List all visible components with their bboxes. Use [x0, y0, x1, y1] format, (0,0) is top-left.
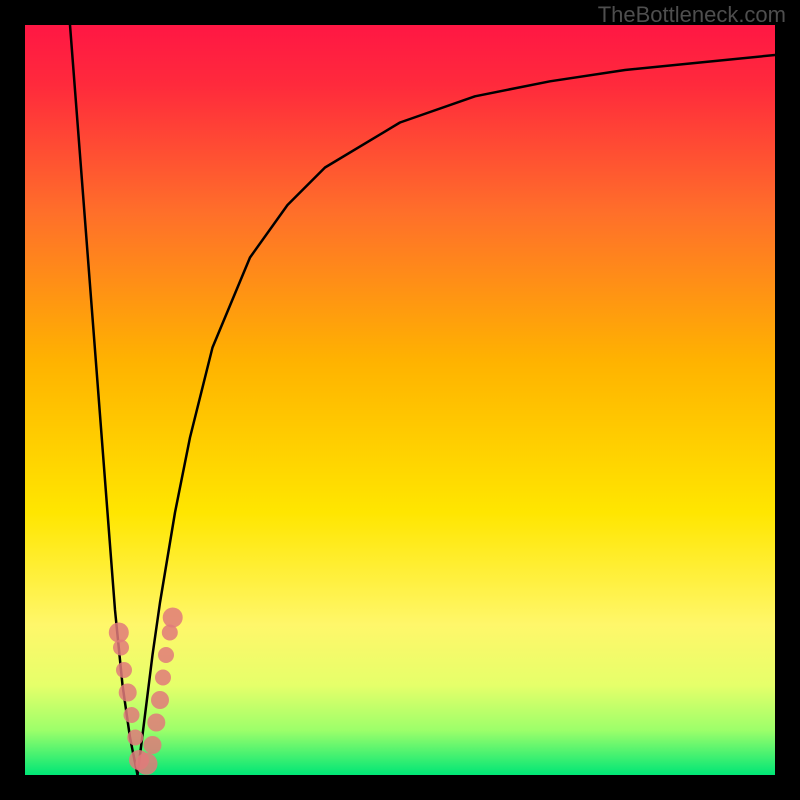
- marker-point: [119, 684, 137, 702]
- marker-point: [136, 753, 158, 775]
- marker-point: [147, 714, 165, 732]
- marker-point: [151, 691, 169, 709]
- gradient-background: [25, 25, 775, 775]
- marker-point: [155, 670, 171, 686]
- marker-point: [113, 640, 129, 656]
- marker-point: [163, 608, 183, 628]
- chart-svg: [25, 25, 775, 775]
- marker-point: [124, 707, 140, 723]
- watermark-text: TheBottleneck.com: [598, 2, 786, 28]
- marker-point: [144, 736, 162, 754]
- marker-point: [116, 662, 132, 678]
- chart-frame: [25, 25, 775, 775]
- chart-container: TheBottleneck.com: [0, 0, 800, 800]
- marker-point: [127, 730, 143, 746]
- marker-point: [109, 623, 129, 643]
- marker-point: [158, 647, 174, 663]
